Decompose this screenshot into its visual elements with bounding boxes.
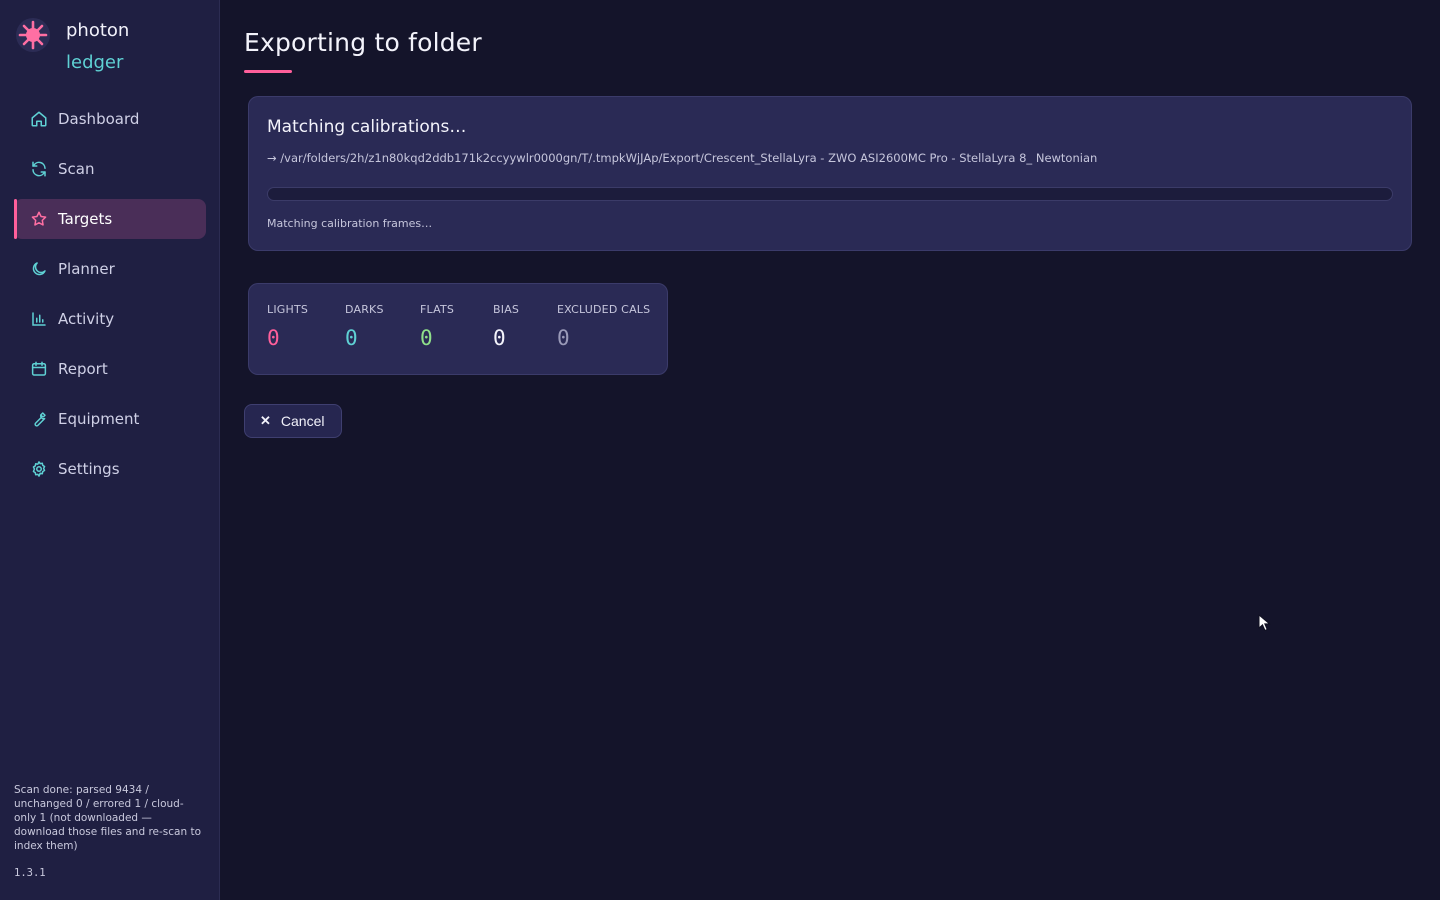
- moon-icon: [30, 260, 48, 278]
- cancel-button[interactable]: ✕ Cancel: [244, 404, 342, 438]
- sidebar-item-equipment[interactable]: Equipment: [14, 399, 206, 439]
- sidebar-nav: Dashboard Scan Targets Planner Activity …: [14, 99, 206, 499]
- sidebar-item-planner[interactable]: Planner: [14, 249, 206, 289]
- stat-darks: DARKS 0: [345, 303, 384, 350]
- sidebar-item-scan[interactable]: Scan: [14, 149, 206, 189]
- sidebar-item-report[interactable]: Report: [14, 349, 206, 389]
- app-version: 1.3.1: [14, 867, 46, 879]
- calendar-icon: [30, 360, 48, 378]
- home-icon: [30, 110, 48, 128]
- wrench-icon: [30, 410, 48, 428]
- stat-value: 0: [493, 326, 506, 350]
- export-counts-card: LIGHTS 0 DARKS 0 FLATS 0 BIAS 0 EXCLUDED…: [248, 283, 668, 375]
- brand-name-line1: photon: [66, 20, 130, 41]
- stat-value: 0: [420, 326, 433, 350]
- stat-label: LIGHTS: [267, 303, 309, 316]
- close-icon: ✕: [260, 413, 271, 428]
- sidebar-item-label: Targets: [58, 210, 113, 228]
- sidebar-item-label: Equipment: [58, 410, 140, 428]
- progress-bar: [267, 187, 1393, 201]
- progress-status-text: Matching calibration frames…: [267, 217, 433, 230]
- sidebar-item-label: Dashboard: [58, 110, 140, 128]
- sidebar-item-label: Scan: [58, 160, 95, 178]
- sidebar-item-label: Planner: [58, 260, 115, 278]
- stat-label: DARKS: [345, 303, 384, 316]
- sidebar-item-targets[interactable]: Targets: [14, 199, 206, 239]
- sidebar-item-activity[interactable]: Activity: [14, 299, 206, 339]
- sidebar: photon ledger Dashboard Scan Targets Pla…: [0, 0, 220, 900]
- sidebar-item-label: Activity: [58, 310, 115, 328]
- brand-name-line2: ledger: [66, 52, 124, 73]
- sidebar-item-settings[interactable]: Settings: [14, 449, 206, 489]
- app-window: photon ledger Dashboard Scan Targets Pla…: [0, 0, 1440, 900]
- export-progress-card: Matching calibrations… → /var/folders/2h…: [248, 96, 1412, 251]
- main-content: Exporting to folder Matching calibration…: [221, 0, 1440, 900]
- gear-icon: [30, 460, 48, 478]
- stat-label: FLATS: [420, 303, 455, 316]
- mouse-cursor-icon: [1258, 614, 1271, 632]
- cancel-button-label: Cancel: [280, 413, 325, 429]
- sidebar-item-label: Report: [58, 360, 108, 378]
- sidebar-item-dashboard[interactable]: Dashboard: [14, 99, 206, 139]
- stat-label: EXCLUDED CALS: [557, 303, 651, 316]
- sidebar-item-label: Settings: [58, 460, 120, 478]
- star-icon: [30, 210, 48, 228]
- stat-flats: FLATS 0: [420, 303, 454, 350]
- stat-label: BIAS: [493, 303, 520, 316]
- stat-value: 0: [557, 326, 570, 350]
- stat-bias: BIAS 0: [493, 303, 519, 350]
- title-underline: [244, 70, 292, 73]
- refresh-icon: [30, 160, 48, 178]
- stat-lights: LIGHTS 0: [267, 303, 308, 350]
- stat-value: 0: [345, 326, 358, 350]
- photon-logo-icon: [16, 18, 50, 52]
- bar-chart-icon: [30, 310, 48, 328]
- export-destination-path: → /var/folders/2h/z1n80kqd2ddb171k2ccyyw…: [267, 151, 1098, 165]
- progress-title: Matching calibrations…: [267, 117, 467, 137]
- stat-excluded-cals: EXCLUDED CALS 0: [557, 303, 650, 350]
- stat-value: 0: [267, 326, 280, 350]
- page-title: Exporting to folder: [244, 28, 482, 57]
- scan-status-note: Scan done: parsed 9434 / unchanged 0 / e…: [14, 784, 202, 852]
- brand: photon ledger: [14, 16, 129, 79]
